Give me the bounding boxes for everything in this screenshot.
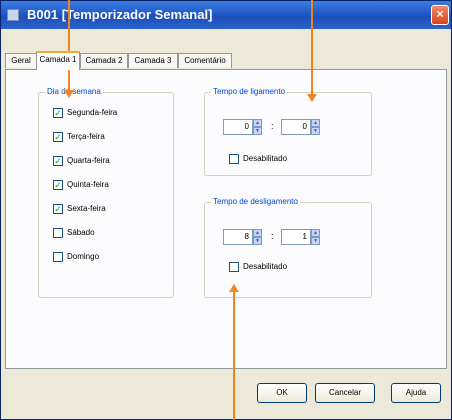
tab-camada-1[interactable]: Camada 1 [36, 51, 80, 70]
annotation-arrow-on-time [311, 0, 313, 94]
day-checkbox-quinta[interactable]: ✓ Quinta-feira [53, 179, 109, 192]
on-time-title: Tempo de ligamento [211, 87, 288, 96]
dialog-window: B001 [Temporizador Semanal] × Geral Cama… [0, 0, 452, 420]
spin-up-icon[interactable]: ▲ [253, 229, 262, 237]
off-disabled-checkbox[interactable]: Desabilitado [229, 261, 287, 274]
day-checkbox-segunda[interactable]: ✓ Segunda-feira [53, 107, 117, 120]
close-button[interactable]: × [431, 5, 449, 25]
disabled-label: Desabilitado [243, 154, 288, 164]
spin-down-icon[interactable]: ▼ [311, 127, 320, 135]
day-label: Quarta-feira [67, 156, 110, 166]
day-checkbox-domingo[interactable]: Domingo [53, 251, 99, 264]
window-title: B001 [Temporizador Semanal] [27, 7, 213, 22]
off-time-title: Tempo de desligamento [211, 197, 300, 206]
time-separator: : [271, 121, 274, 131]
annotation-arrow-days [68, 0, 70, 90]
on-hours-input[interactable]: 0 [223, 119, 253, 135]
arrow-head-down-icon [64, 90, 74, 98]
day-checkbox-sabado[interactable]: Sábado [53, 227, 95, 240]
on-minutes-input[interactable]: 0 [281, 119, 311, 135]
arrow-head-up-icon [229, 284, 239, 292]
spin-down-icon[interactable]: ▼ [253, 237, 262, 245]
app-icon [7, 9, 19, 21]
time-separator: : [271, 231, 274, 241]
day-label: Terça-feira [67, 132, 105, 142]
checkbox-icon[interactable]: ✓ [53, 131, 63, 142]
spin-up-icon[interactable]: ▲ [311, 229, 320, 237]
cancel-button[interactable]: Cancelar [315, 383, 375, 403]
help-button[interactable]: Ajuda [391, 383, 441, 403]
spin-down-icon[interactable]: ▼ [253, 127, 262, 135]
ok-button[interactable]: OK [257, 383, 307, 403]
checkbox-icon[interactable] [229, 153, 239, 164]
checkbox-icon[interactable]: ✓ [53, 203, 63, 214]
off-hours-input[interactable]: 8 [223, 229, 253, 245]
day-label: Segunda-feira [67, 108, 118, 118]
checkbox-icon[interactable]: ✓ [53, 155, 63, 166]
tab-geral[interactable]: Geral [5, 53, 37, 68]
checkbox-icon[interactable] [229, 261, 239, 272]
spin-down-icon[interactable]: ▼ [311, 237, 320, 245]
checkbox-icon[interactable]: ✓ [53, 179, 63, 190]
day-checkbox-terca[interactable]: ✓ Terça-feira [53, 131, 105, 144]
spin-up-icon[interactable]: ▲ [311, 119, 320, 127]
day-label: Sábado [67, 228, 95, 238]
days-of-week-group: Dia da semana ✓ Segunda-feira ✓ Terça-feir… [38, 87, 174, 298]
tab-panel-camada-1: Dia da semana ✓ Segunda-feira ✓ Terça-feir… [5, 69, 447, 369]
tab-camada-2[interactable]: Camada 2 [80, 53, 128, 68]
disabled-label: Desabilitado [243, 262, 288, 272]
day-checkbox-quarta[interactable]: ✓ Quarta-feira [53, 155, 110, 168]
off-minutes-input[interactable]: 1 [281, 229, 311, 245]
day-label: Quinta-feira [67, 180, 109, 190]
checkbox-icon[interactable]: ✓ [53, 107, 63, 118]
day-label: Sexta-feira [67, 204, 106, 214]
tab-comentario[interactable]: Comentário [178, 53, 232, 68]
on-disabled-checkbox[interactable]: Desabilitado [229, 153, 287, 166]
on-time-group: Tempo de ligamento 0 ▲ ▼ : 0 ▲ ▼ Desabil… [204, 87, 372, 176]
spin-up-icon[interactable]: ▲ [253, 119, 262, 127]
checkbox-icon[interactable] [53, 251, 63, 262]
checkbox-icon[interactable] [53, 227, 63, 238]
day-label: Domingo [67, 252, 100, 262]
day-checkbox-sexta[interactable]: ✓ Sexta-feira [53, 203, 106, 216]
tab-camada-3[interactable]: Camada 3 [128, 53, 178, 68]
annotation-arrow-off-disabled [233, 292, 235, 420]
arrow-head-down-icon [307, 94, 317, 102]
